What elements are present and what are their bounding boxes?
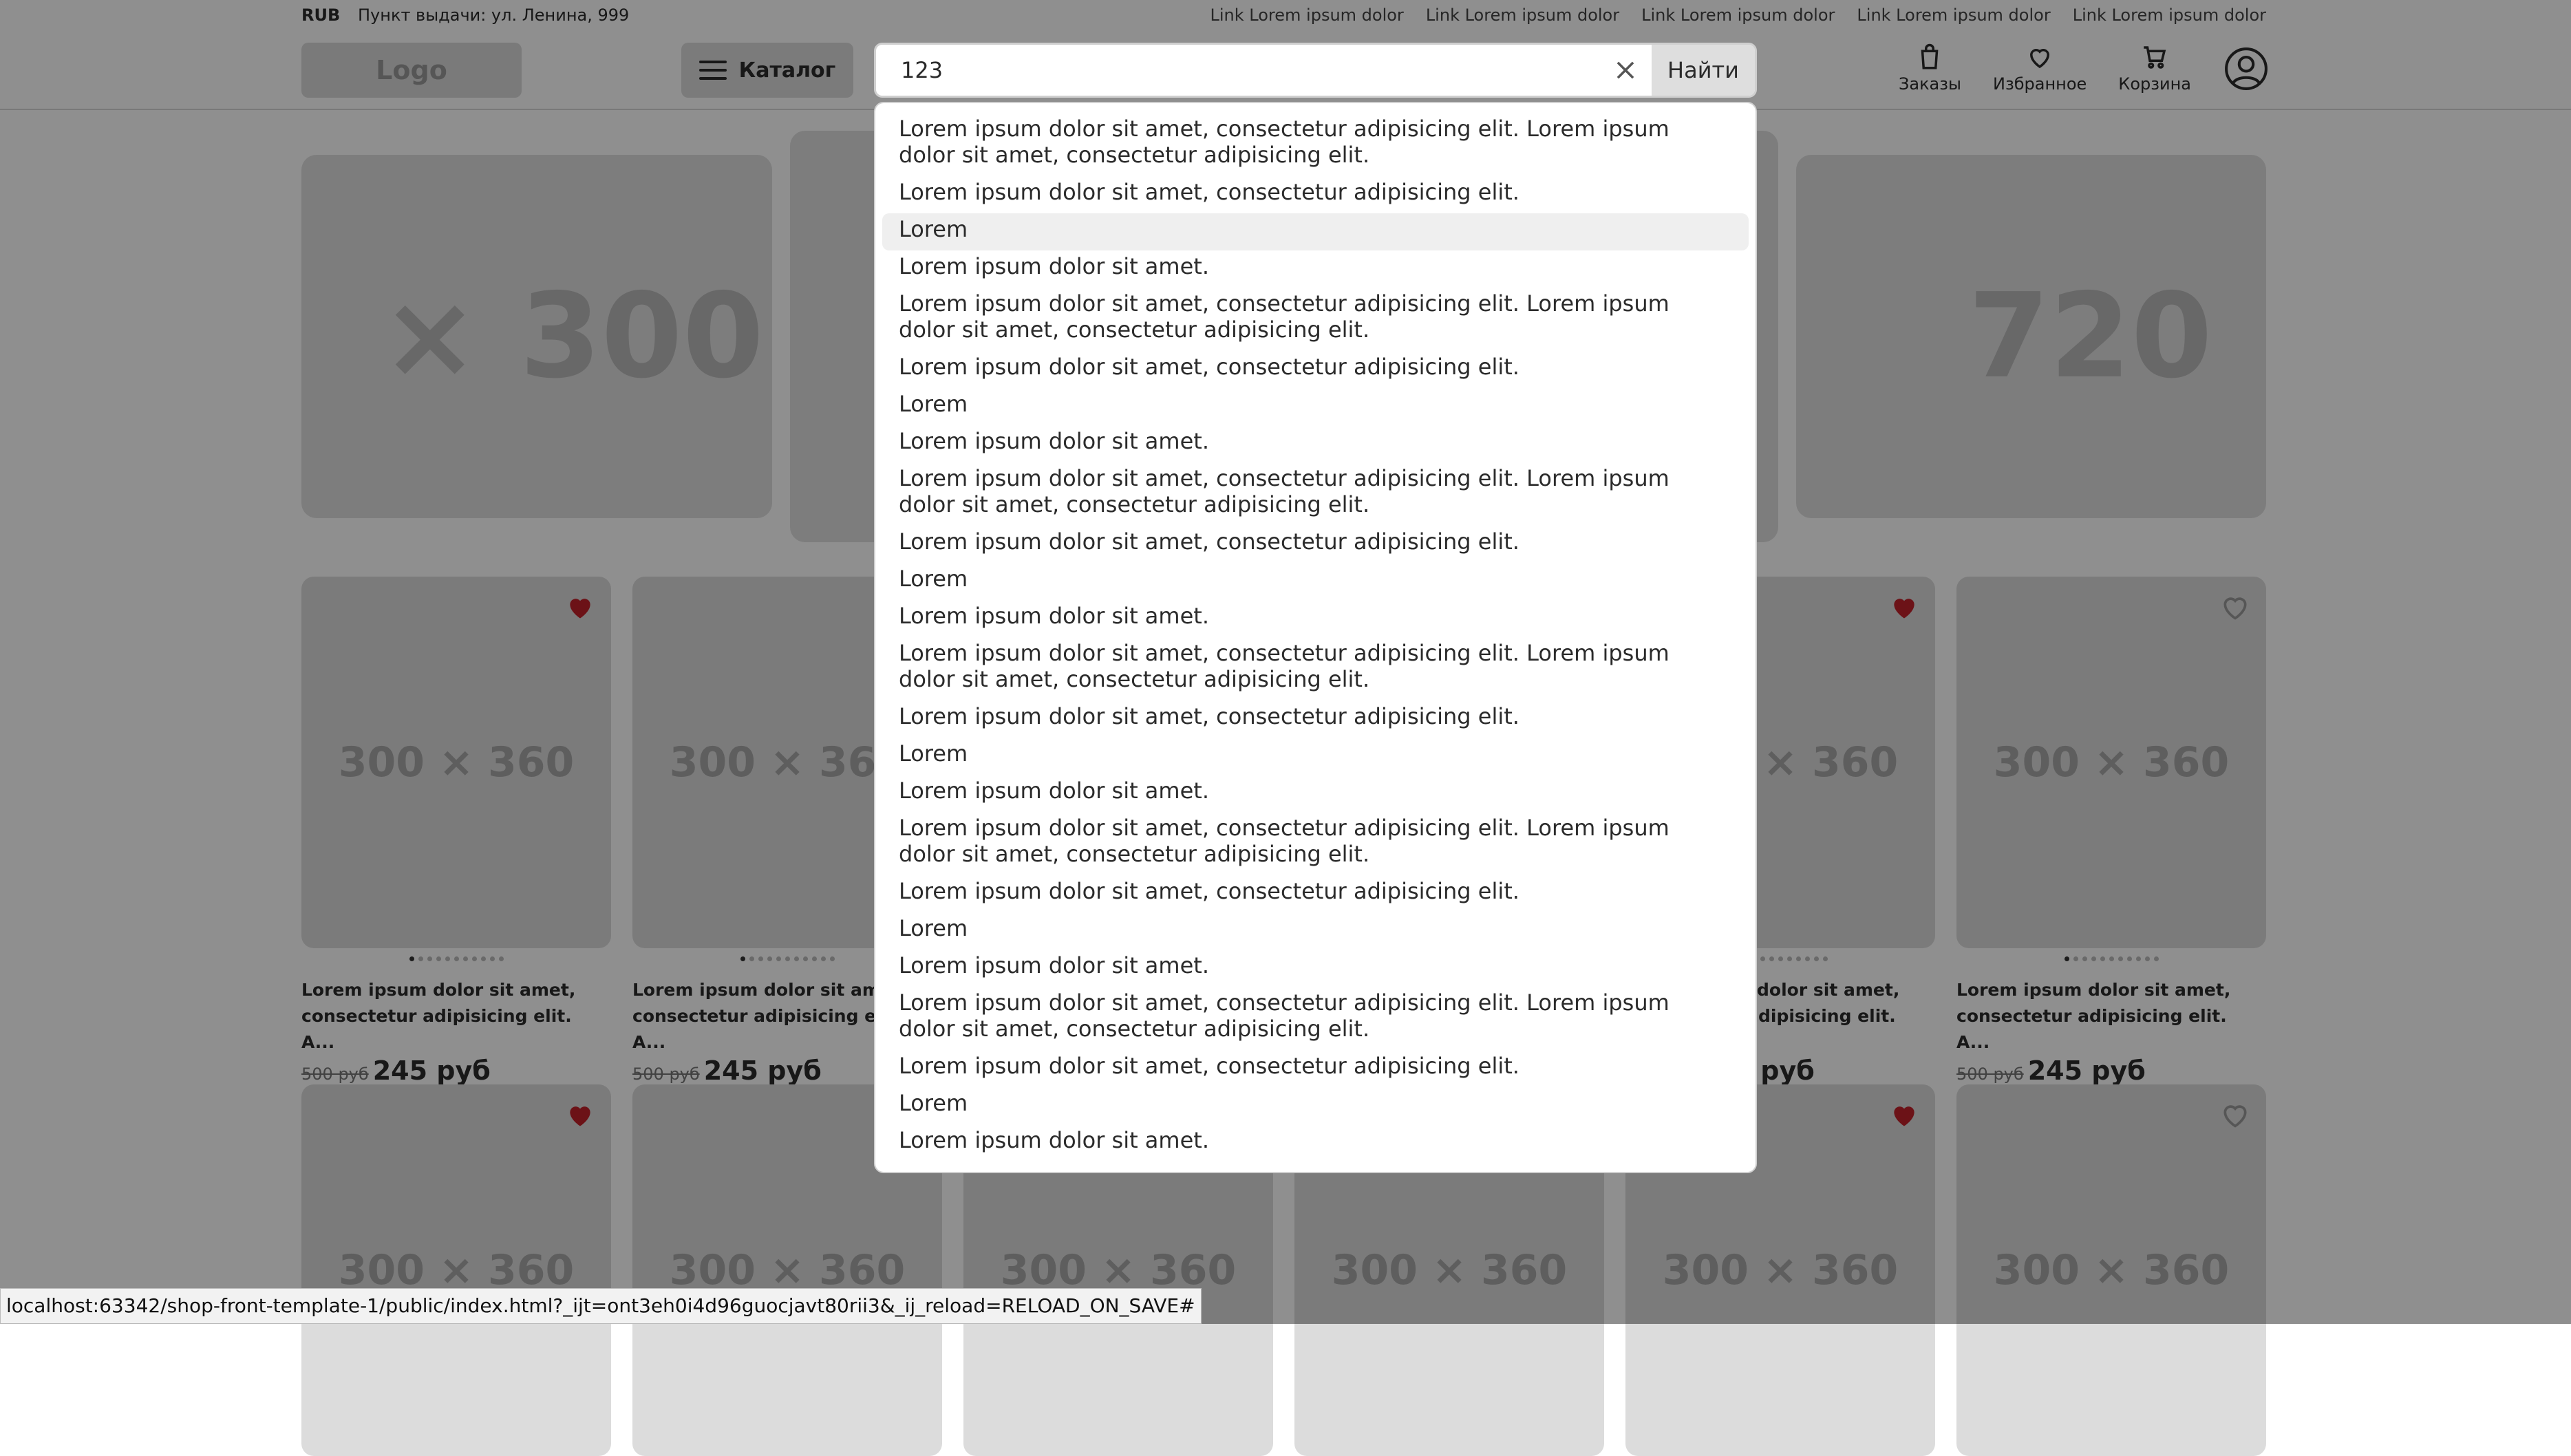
search-suggestions: Lorem ipsum dolor sit amet, consectetur …	[874, 102, 1757, 1173]
suggestion-item[interactable]: Lorem ipsum dolor sit amet.	[882, 425, 1749, 462]
suggestion-item[interactable]: Lorem ipsum dolor sit amet.	[882, 600, 1749, 637]
suggestion-item[interactable]: Lorem ipsum dolor sit amet.	[882, 775, 1749, 812]
suggestion-item-highlighted[interactable]: Lorem	[882, 213, 1749, 250]
suggestion-item[interactable]: Lorem	[882, 912, 1749, 950]
suggestion-item[interactable]: Lorem ipsum dolor sit amet, consectetur …	[882, 526, 1749, 563]
suggestion-item[interactable]: Lorem	[882, 738, 1749, 775]
suggestion-item[interactable]: Lorem ipsum dolor sit amet, consectetur …	[882, 176, 1749, 213]
suggestion-item[interactable]: Lorem ipsum dolor sit amet, consectetur …	[882, 637, 1749, 700]
suggestion-item[interactable]: Lorem ipsum dolor sit amet, consectetur …	[882, 875, 1749, 912]
suggestion-item[interactable]: Lorem ipsum dolor sit amet, consectetur …	[882, 987, 1749, 1050]
suggestion-item[interactable]: Lorem ipsum dolor sit amet.	[882, 950, 1749, 987]
suggestion-item[interactable]: Lorem ipsum dolor sit amet, consectetur …	[882, 288, 1749, 351]
suggestion-item[interactable]: Lorem ipsum dolor sit amet, consectetur …	[882, 462, 1749, 526]
suggestion-item[interactable]: Lorem ipsum dolor sit amet, consectetur …	[882, 113, 1749, 176]
suggestion-item[interactable]: Lorem ipsum dolor sit amet, consectetur …	[882, 812, 1749, 875]
suggestion-item[interactable]: Lorem ipsum dolor sit amet.	[882, 250, 1749, 288]
suggestion-item[interactable]: Lorem ipsum dolor sit amet.	[882, 1124, 1749, 1161]
suggestion-item[interactable]: Lorem	[882, 1087, 1749, 1124]
suggestion-item[interactable]: Lorem ipsum dolor sit amet, consectetur …	[882, 351, 1749, 388]
suggestion-item[interactable]: Lorem	[882, 388, 1749, 425]
close-icon[interactable]	[1612, 57, 1639, 83]
status-bar-url: localhost:63342/shop-front-template-1/pu…	[0, 1288, 1202, 1324]
search-button[interactable]: Найти	[1652, 45, 1755, 96]
suggestion-item[interactable]: Lorem	[882, 563, 1749, 600]
search-bar: Найти	[874, 43, 1757, 98]
suggestion-item[interactable]: Lorem ipsum dolor sit amet, consectetur …	[882, 700, 1749, 738]
suggestion-item[interactable]: Lorem ipsum dolor sit amet, consectetur …	[882, 1050, 1749, 1087]
search-input[interactable]	[876, 45, 1633, 96]
